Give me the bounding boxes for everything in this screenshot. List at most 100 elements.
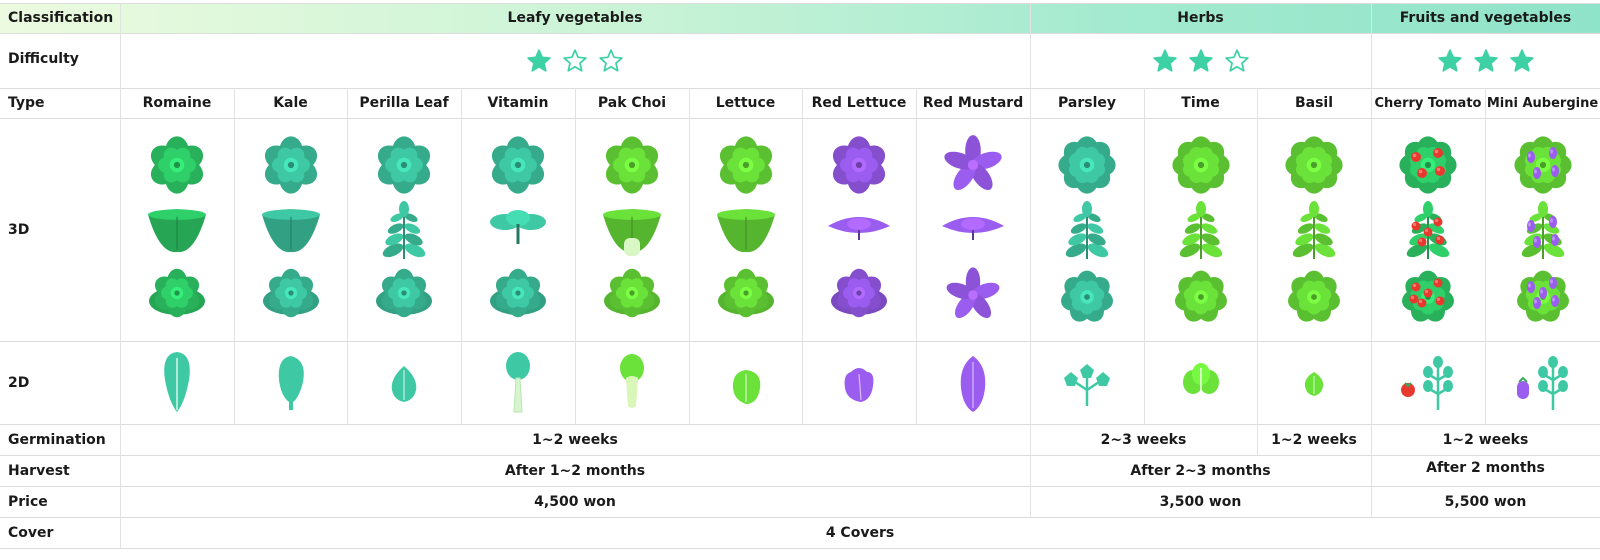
plant-3d-angle-view — [1288, 270, 1340, 322]
type-parsley: Parsley — [1058, 95, 1116, 111]
plant-3d-angle-view — [1061, 270, 1113, 322]
thyme-icon — [1182, 363, 1219, 396]
plant-3d-side-view — [1179, 201, 1222, 259]
price-herbs: 3,500 won — [1159, 493, 1242, 510]
label-harvest: Harvest — [8, 462, 70, 479]
aubergine-icon — [1516, 356, 1568, 410]
plant-3d-top-view — [1058, 136, 1116, 194]
germination-basil: 1~2 weeks — [1271, 431, 1357, 448]
label-difficulty: Difficulty — [8, 51, 79, 67]
plant-3d-side-view — [603, 209, 661, 256]
label-3d: 3D — [8, 221, 30, 238]
plant-3d-angle-view — [376, 268, 432, 318]
label-price: Price — [8, 493, 48, 510]
stalk-leaf-icon — [506, 352, 530, 413]
plant-3d-angle-view — [1402, 270, 1454, 322]
difficulty-stars-fruits — [1371, 47, 1600, 75]
plant-3d-angle-view — [1516, 270, 1569, 322]
plant-comparison-table: Classification Difficulty Type 3D 2D Ger… — [0, 0, 1600, 560]
star-filled-icon — [1152, 49, 1177, 72]
plant-3d-top-view — [1171, 136, 1230, 194]
plant-3d-top-view — [150, 136, 204, 194]
star-filled-icon — [1473, 49, 1498, 72]
type-romaine: Romaine — [142, 95, 212, 111]
plant-3d-side-view — [382, 201, 426, 259]
label-classification: Classification — [8, 10, 114, 26]
plant-3d-angle-view — [604, 268, 660, 318]
plant-3d-side-view — [942, 217, 1004, 240]
price-leafy: 4,500 won — [534, 493, 616, 510]
label-cover: Cover — [8, 524, 54, 541]
price-fruits: 5,500 won — [1444, 493, 1527, 510]
type-lettuce: Lettuce — [715, 95, 776, 111]
plant-3d-top-view — [719, 136, 772, 194]
plant-3d-top-view — [377, 136, 431, 194]
plant-3d-top-view — [1513, 136, 1572, 194]
plant-3d-top-view — [264, 136, 317, 194]
type-kale: Kale — [273, 95, 308, 111]
drop-leaf-icon — [391, 366, 417, 402]
type-red-mustard: Red Mustard — [922, 95, 1024, 111]
label-type: Type — [8, 95, 45, 111]
harvest-herbs: After 2~3 months — [1130, 462, 1271, 479]
bok-choy-icon — [620, 354, 644, 408]
plant-3d-side-view — [716, 209, 775, 253]
long-leaf-icon — [164, 352, 190, 412]
type-perilla-leaf: Perilla Leaf — [359, 95, 449, 111]
difficulty-stars-herbs — [1030, 47, 1371, 75]
plant-3d-side-view — [148, 209, 206, 253]
plant-3d-side-view — [828, 217, 890, 240]
type-red-lettuce: Red Lettuce — [811, 95, 907, 111]
basil-leaf-icon — [1304, 372, 1324, 396]
plant-3d-angle-view — [946, 267, 1000, 319]
group-header-fruits: Fruits and vegetables — [1399, 10, 1572, 26]
type-pak-choi: Pak Choi — [597, 95, 667, 111]
difficulty-stars-leafy — [120, 47, 1030, 75]
germination-fruits: 1~2 weeks — [1442, 431, 1529, 448]
plant-3d-top-view — [832, 136, 886, 194]
plant-3d-top-view — [605, 136, 659, 194]
plant-3d-angle-view — [1174, 270, 1227, 322]
star-filled-icon — [1509, 49, 1534, 72]
pointed-leaf-icon — [960, 356, 986, 412]
plant-3d-angle-view — [490, 268, 546, 318]
plant-3d-angle-view — [717, 268, 774, 318]
plant-3d-side-view — [1521, 201, 1564, 259]
plant-3d-side-view — [1292, 201, 1336, 259]
star-empty-icon — [599, 49, 623, 72]
plant-3d-angle-view — [831, 268, 887, 318]
harvest-fruits: After 2 months — [1426, 459, 1545, 476]
star-filled-icon — [1188, 49, 1213, 72]
label-germination: Germination — [8, 431, 106, 448]
type-time: Time — [1181, 95, 1220, 111]
star-filled-icon — [1437, 49, 1462, 72]
label-2d: 2D — [8, 374, 30, 391]
star-empty-icon — [1224, 49, 1249, 72]
type-basil: Basil — [1294, 95, 1334, 111]
cover-value: 4 Covers — [825, 524, 895, 541]
oval-leaf-icon — [278, 356, 304, 410]
type-cherry-tomato: Cherry Tomato — [1374, 95, 1482, 111]
harvest-leafy: After 1~2 months — [504, 462, 646, 479]
type-vitamin: Vitamin — [487, 95, 549, 111]
type-mini-aubergine: Mini Aubergine — [1486, 95, 1599, 111]
round-leaf-icon — [732, 370, 760, 404]
ruffled-leaf-icon — [844, 368, 874, 402]
group-header-herbs: Herbs — [1177, 10, 1224, 26]
parsley-icon — [1064, 364, 1110, 406]
plant-3d-side-view — [490, 210, 546, 244]
plant-3d-top-view — [1399, 136, 1457, 194]
star-filled-icon — [527, 49, 551, 72]
tomato-icon — [1401, 356, 1453, 410]
plant-3d-top-view — [491, 136, 545, 194]
plant-3d-side-view — [1065, 201, 1109, 259]
plant-3d-angle-view — [262, 268, 319, 318]
germination-leafy: 1~2 weeks — [532, 431, 618, 448]
plant-3d-angle-view — [149, 268, 205, 318]
star-empty-icon — [563, 49, 587, 72]
plant-3d-top-view — [944, 135, 1002, 190]
plant-3d-top-view — [1285, 136, 1343, 194]
plant-3d-side-view — [1406, 201, 1450, 259]
group-header-leafy: Leafy vegetables — [507, 10, 643, 26]
germination-herbs: 2~3 weeks — [1100, 431, 1187, 448]
